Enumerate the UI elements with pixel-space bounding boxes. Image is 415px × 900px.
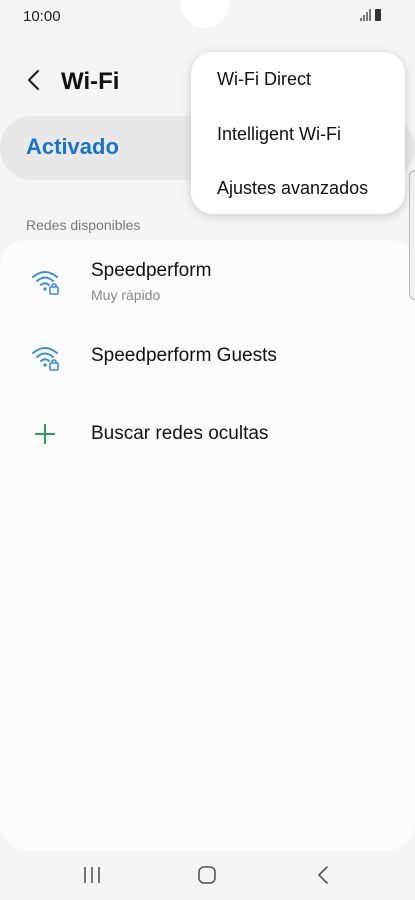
menu-item-wifi-direct[interactable]: Wi-Fi Direct bbox=[217, 69, 311, 90]
chevron-left-icon[interactable] bbox=[24, 66, 44, 94]
back-icon[interactable] bbox=[311, 862, 337, 888]
plus-icon bbox=[35, 424, 55, 444]
wifi-lock-icon bbox=[32, 271, 59, 295]
status-time: 10:00 bbox=[23, 8, 61, 25]
menu-item-intelligent-wifi[interactable]: Intelligent Wi-Fi bbox=[217, 124, 341, 145]
add-hidden-network-item[interactable]: Buscar redes ocultas bbox=[0, 408, 415, 460]
scrollbar[interactable] bbox=[409, 170, 415, 300]
status-bar: 10:00 bbox=[0, 0, 415, 34]
home-icon[interactable] bbox=[194, 862, 220, 888]
signal-icon bbox=[360, 9, 371, 21]
menu-item-advanced-settings[interactable]: Ajustes avanzados bbox=[217, 178, 368, 199]
overflow-menu: Wi-Fi Direct Intelligent Wi-Fi Ajustes a… bbox=[191, 52, 405, 214]
network-name: Speedperform Guests bbox=[91, 345, 277, 366]
recent-apps-icon[interactable] bbox=[79, 862, 105, 888]
add-network-label: Buscar redes ocultas bbox=[91, 423, 269, 444]
page-title: Wi-Fi bbox=[61, 68, 120, 95]
network-name: Speedperform bbox=[91, 260, 212, 281]
navigation-bar bbox=[0, 850, 415, 900]
network-list: Speedperform Muy rápido Speedperform Gue… bbox=[0, 240, 415, 850]
wifi-lock-icon bbox=[32, 347, 59, 371]
battery-icon bbox=[375, 9, 381, 21]
camera-notch bbox=[181, 0, 229, 28]
network-speed: Muy rápido bbox=[91, 287, 161, 303]
available-networks-label: Redes disponibles bbox=[26, 217, 141, 233]
network-item-speedperform-guests[interactable]: Speedperform Guests bbox=[0, 330, 415, 382]
status-icons bbox=[360, 9, 381, 21]
wifi-toggle-label: Activado bbox=[26, 134, 119, 159]
network-item-speedperform[interactable]: Speedperform Muy rápido bbox=[0, 254, 415, 314]
